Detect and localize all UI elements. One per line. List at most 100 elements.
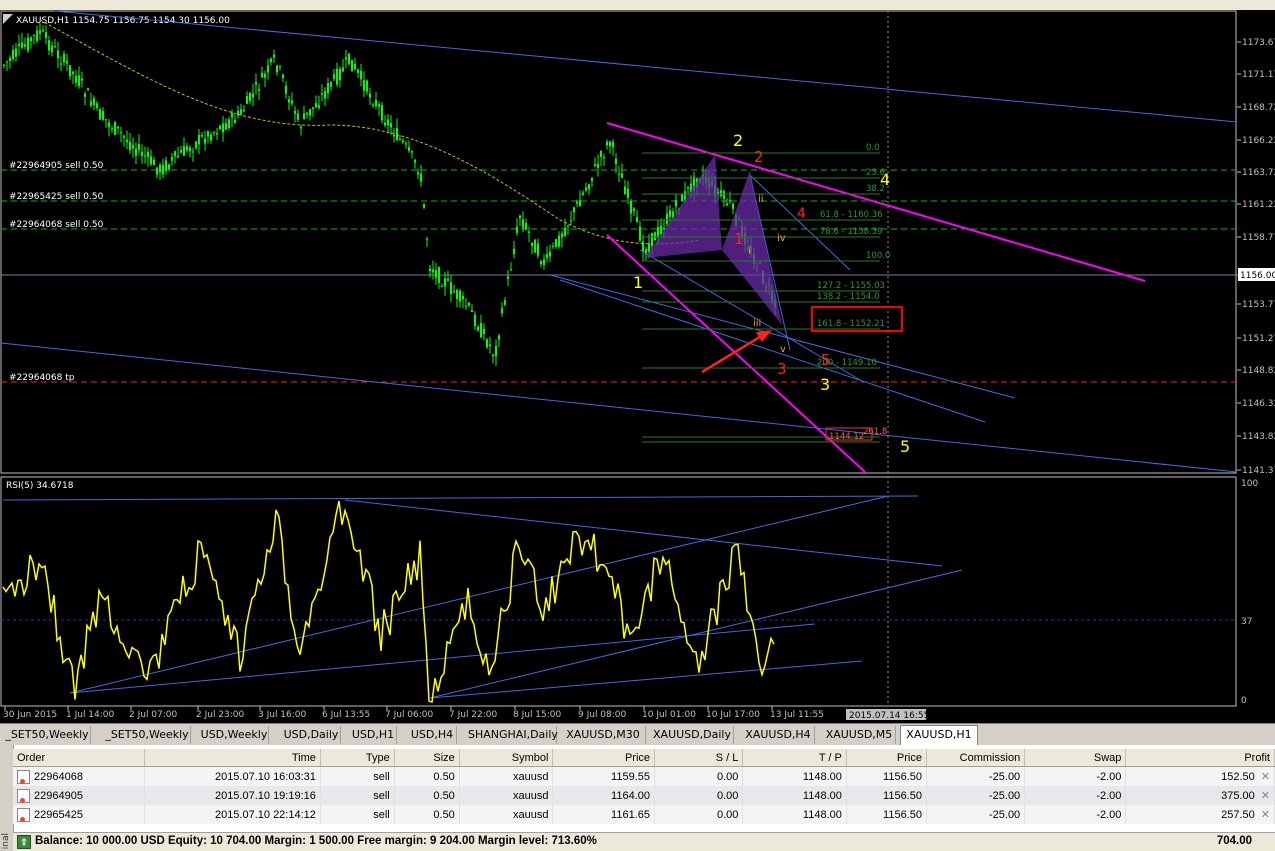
time-label: 13 Jul 11:55 [770,710,824,720]
profit-cell: 375.00 ✕ [1125,786,1275,805]
close-order-icon[interactable]: ✕ [1255,771,1270,783]
cursor-time-label: 2015.07.14 16:55 [849,711,929,721]
candle-body [300,126,302,129]
table-cell: 2015.07.10 19:19:16 [144,786,321,805]
candle-body [348,53,350,64]
candle-body [582,192,584,195]
table-cell: 1159.55 [552,766,655,786]
price-label: 1148.82 [1242,366,1275,376]
candle-body [564,227,566,237]
candle-body [153,159,155,165]
order-row[interactable]: 22965425 2015.07.10 22:14:12 sell 0.50 xauus… [13,805,1275,824]
candle-body [615,158,617,164]
tab-xauusd-daily[interactable]: XAUUSD,Daily [651,726,734,744]
column-header[interactable]: Price [846,749,927,767]
candle-body [129,141,131,150]
column-header[interactable]: S / L [654,749,744,767]
candle-body [63,53,65,63]
column-header[interactable]: Commission [926,749,1026,767]
order-row[interactable]: 22964068 2015.07.10 16:03:31 sell 0.50 xauus… [13,766,1275,786]
candle-body [18,44,20,47]
table-cell: 1148.00 [742,805,847,824]
candle-body [414,159,416,163]
fib-label: 61.8 - 1160.36 [820,210,883,220]
rsi-trend-line [344,499,943,567]
tab-xauusd-h4[interactable]: XAUUSD,H4 [742,726,815,744]
tab-xauusd-h1[interactable]: XAUUSD,H1 [900,725,978,746]
candle-body [345,57,347,60]
tab-set50-weekly[interactable]: _SET50,Weekly [4,726,91,744]
fib-label: 100.0 [866,251,890,261]
candle-body [465,305,467,307]
column-header[interactable]: Swap [1024,749,1127,767]
candle-body [729,199,731,202]
rsi-header: RSI(5) 34.6718 [6,481,74,491]
wave-label-y4: 4 [880,170,890,189]
column-header[interactable]: Time [144,749,321,767]
table-cell: 0.00 [654,786,744,805]
chart-area[interactable]: 1173.671171.171168.721166.221163.721161.… [0,10,1275,723]
candle-body [387,119,389,126]
column-header[interactable]: Profit [1125,749,1275,767]
wave-label-y5: 5 [900,437,910,456]
table-cell: -2.00 [1024,805,1127,824]
candle-body [174,151,176,157]
candle-body [372,104,374,106]
rsi-pane-border [0,476,1237,707]
candle-body [558,235,560,247]
candle-body [315,103,317,108]
candle-body [531,242,533,246]
time-label: 7 Jul 06:00 [385,710,434,720]
order-label: #22964068 tp [9,373,75,383]
column-header[interactable]: Price [552,749,655,767]
wave-label-oii: ii [758,194,764,205]
candle-body [249,92,251,102]
tab-usd-h4[interactable]: USD,H4 [408,726,457,744]
candle-body [231,112,233,118]
table-cell: -2.00 [1024,766,1127,786]
price-label: 1173.67 [1242,38,1275,48]
candle-body [120,132,122,134]
table-cell: 0.50 [394,805,460,824]
candle-body [588,184,590,190]
price-chart[interactable]: 1173.671171.171168.721166.221163.721161.… [0,10,1275,723]
candle-body [462,296,464,300]
tab-set50-weekly[interactable]: _SET50,Weekly [104,726,191,744]
order-label: #22964905 sell 0.50 [9,161,104,171]
tab-usd-daily[interactable]: USD,Daily [282,726,341,744]
column-header[interactable]: T / P [742,749,847,767]
column-header[interactable]: Type [320,749,395,767]
candle-body [30,37,32,42]
candle-body [591,177,593,182]
tab-xauusd-m5[interactable]: XAUUSD,M5 [823,726,896,744]
candle-body [513,248,515,255]
candle-body [597,163,599,168]
column-header[interactable]: Symbol [459,749,554,767]
trend-line [549,274,1016,399]
close-order-icon[interactable]: ✕ [1255,809,1270,821]
time-label: 10 Jul 01:00 [642,710,696,720]
candle-body [570,220,572,222]
candle-body [612,141,614,147]
candle-body [393,134,395,137]
tab-usd-h1[interactable]: USD,H1 [350,726,397,744]
tab-usd-weekly[interactable]: USD,Weekly [200,726,269,744]
column-header[interactable]: Size [394,749,460,767]
column-header[interactable]: Order [13,749,145,767]
candle-body [42,29,44,32]
candle-body [9,58,11,61]
price-label: 1171.17 [1242,70,1275,80]
tab-xauusd-m30[interactable]: XAUUSD,M30 [561,726,646,744]
candle-body [681,194,683,202]
tab-shanghai-daily[interactable]: SHANGHAI,Daily [468,726,558,744]
table-cell: 0.00 [654,766,744,786]
close-order-icon[interactable]: ✕ [1255,790,1270,802]
table-cell: 1148.00 [742,786,847,805]
order-row[interactable]: 22964905 2015.07.10 19:19:16 sell 0.50 xauus… [13,786,1275,805]
candle-body [141,151,143,156]
candle-body [438,267,440,283]
candle-body [390,123,392,128]
candle-body [168,164,170,170]
table-cell: -25.00 [926,805,1026,824]
balance-icon: ⇧ [17,835,31,849]
